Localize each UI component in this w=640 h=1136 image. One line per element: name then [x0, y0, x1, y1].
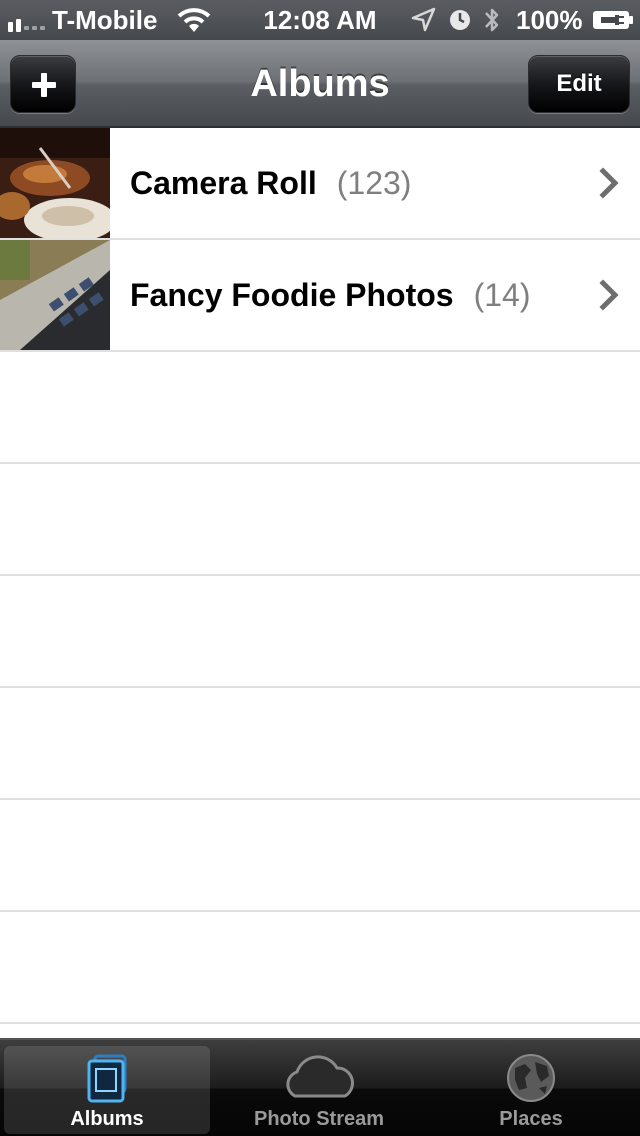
album-name-label: Camera Roll [130, 164, 317, 201]
chevron-right-icon [599, 167, 619, 199]
tab-albums[interactable]: Albums [4, 1046, 210, 1134]
empty-row [0, 576, 640, 688]
album-row-fancy-foodie-photos[interactable]: Fancy Foodie Photos (14) [0, 240, 640, 352]
battery-percentage: 100% [516, 4, 583, 35]
tab-photo-stream[interactable]: Photo Stream [216, 1046, 422, 1134]
empty-row [0, 800, 640, 912]
bluetooth-icon [482, 0, 502, 40]
cloud-icon [286, 1055, 355, 1098]
chevron-right-icon [599, 279, 619, 311]
globe-icon [507, 1054, 555, 1102]
album-thumbnail [0, 128, 110, 238]
empty-row [0, 912, 640, 1024]
tab-label: Photo Stream [253, 1108, 385, 1130]
tab-bar: Albums Photo Stream Places [0, 1038, 640, 1136]
navigation-bar: Albums Edit [0, 40, 640, 128]
tab-places[interactable]: Places [428, 1046, 634, 1134]
alarm-clock-icon [448, 0, 472, 40]
empty-row [0, 464, 640, 576]
empty-row [0, 352, 640, 464]
edit-button[interactable]: Edit [528, 55, 630, 113]
album-count: (123) [336, 164, 412, 201]
tab-label: Places [499, 1108, 563, 1130]
albums-icon [87, 1054, 127, 1103]
album-thumbnail [0, 240, 110, 350]
battery-charging-icon [592, 0, 634, 40]
tab-label: Albums [70, 1108, 144, 1130]
album-title: Fancy Foodie Photos (14) [130, 240, 530, 350]
album-title: Camera Roll (123) [130, 128, 411, 238]
status-bar: T-Mobile 12:08 AM 100% [0, 0, 640, 40]
album-row-camera-roll[interactable]: Camera Roll (123) [0, 128, 640, 240]
album-count: (14) [473, 276, 531, 313]
empty-row [0, 688, 640, 800]
album-name-label: Fancy Foodie Photos [130, 276, 454, 313]
location-arrow-icon [410, 0, 436, 40]
album-list: Camera Roll (123) Fancy Foodie Photos (1… [0, 128, 640, 1024]
